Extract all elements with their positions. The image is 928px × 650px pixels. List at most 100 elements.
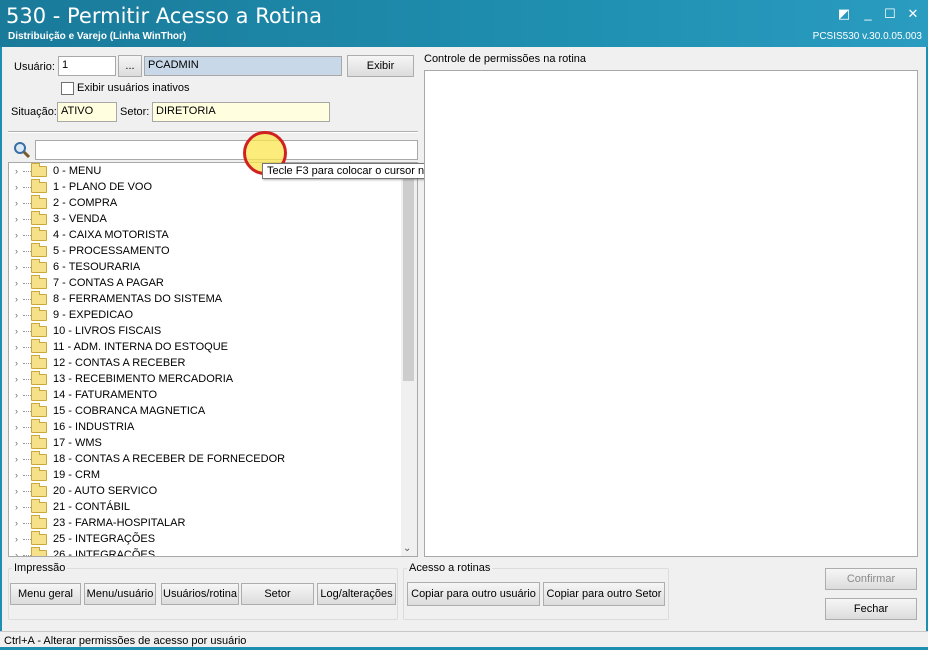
tree-item[interactable]: › 8 - FERRAMENTAS DO SISTEMA bbox=[9, 291, 417, 307]
tree-item[interactable]: › 12 - CONTAS A RECEBER bbox=[9, 355, 417, 371]
folder-icon bbox=[31, 179, 47, 193]
tree-item-label: 23 - FARMA-HOSPITALAR bbox=[53, 517, 186, 529]
tree-connector bbox=[23, 523, 31, 524]
tree-item[interactable]: › 14 - FATURAMENTO bbox=[9, 387, 417, 403]
tree-connector bbox=[23, 491, 31, 492]
tree-connector bbox=[23, 283, 31, 284]
fechar-button[interactable]: Fechar bbox=[825, 598, 917, 620]
tree-item[interactable]: › 10 - LIVROS FISCAIS bbox=[9, 323, 417, 339]
menu-geral-button[interactable]: Menu geral bbox=[10, 583, 81, 605]
folder-icon bbox=[31, 339, 47, 353]
folder-icon bbox=[31, 323, 47, 337]
tree-item-label: 17 - WMS bbox=[53, 437, 102, 449]
tree-item[interactable]: › 17 - WMS bbox=[9, 435, 417, 451]
setor-button[interactable]: Setor bbox=[241, 583, 314, 605]
tree-item-label: 6 - TESOURARIA bbox=[53, 261, 141, 273]
tree-item-label: 10 - LIVROS FISCAIS bbox=[53, 325, 162, 337]
folder-icon bbox=[31, 483, 47, 497]
usuario-label: Usuário: bbox=[14, 61, 55, 73]
menu-usuario-button[interactable]: Menu/usuário bbox=[84, 583, 156, 605]
tree-item[interactable]: › 5 - PROCESSAMENTO bbox=[9, 243, 417, 259]
log-alteracoes-button[interactable]: Log/alterações bbox=[317, 583, 396, 605]
permissions-panel[interactable] bbox=[424, 70, 918, 557]
acesso-group-label: Acesso a rotinas bbox=[407, 562, 493, 574]
tree-item-label: 2 - COMPRA bbox=[53, 197, 118, 209]
tree-item-label: 13 - RECEBIMENTO MERCADORIA bbox=[53, 373, 234, 385]
tree-item-label: 12 - CONTAS A RECEBER bbox=[53, 357, 186, 369]
tree-item[interactable]: › 3 - VENDA bbox=[9, 211, 417, 227]
tree-item[interactable]: › 16 - INDUSTRIA bbox=[9, 419, 417, 435]
tree-connector bbox=[23, 363, 31, 364]
tree-item[interactable]: › 18 - CONTAS A RECEBER DE FORNECEDOR bbox=[9, 451, 417, 467]
tree-connector bbox=[23, 203, 31, 204]
tree-connector bbox=[23, 427, 31, 428]
tree-item[interactable]: › 6 - TESOURARIA bbox=[9, 259, 417, 275]
separator bbox=[8, 131, 418, 133]
chevron-down-icon[interactable]: ⌄ bbox=[403, 543, 411, 554]
tree-items: › 0 - MENU › 1 - PLANO DE VOO › 2 - COMPRA › 3 … bbox=[9, 163, 417, 557]
situacao-label: Situação: bbox=[11, 106, 57, 118]
tree-item[interactable]: › 23 - FARMA-HOSPITALAR bbox=[9, 515, 417, 531]
folder-icon bbox=[31, 307, 47, 321]
folder-icon bbox=[31, 435, 47, 449]
tree-item[interactable]: › 2 - COMPRA bbox=[9, 195, 417, 211]
tree-item-label: 21 - CONTÁBIL bbox=[53, 501, 131, 513]
tree-item-label: 8 - FERRAMENTAS DO SISTEMA bbox=[53, 293, 223, 305]
usuario-lookup-button[interactable]: ... bbox=[118, 55, 142, 77]
title-bar: 530 - Permitir Acesso a Rotina Distribui… bbox=[0, 0, 928, 47]
tree-item-label: 14 - FATURAMENTO bbox=[53, 389, 158, 401]
tree-item[interactable]: › 11 - ADM. INTERNA DO ESTOQUE bbox=[9, 339, 417, 355]
usuarios-rotina-button[interactable]: Usuários/rotina bbox=[161, 583, 239, 605]
tree-connector bbox=[23, 507, 31, 508]
setor-label: Setor: bbox=[120, 106, 150, 118]
tree-item[interactable]: › 26 - INTEGRAÇÕES bbox=[9, 547, 417, 557]
window-border-left bbox=[0, 47, 2, 650]
tree-item-label: 7 - CONTAS A PAGAR bbox=[53, 277, 164, 289]
tree-item-label: 0 - MENU bbox=[53, 165, 102, 177]
exibir-button[interactable]: Exibir bbox=[347, 55, 414, 77]
permissions-panel-title: Controle de permissões na rotina bbox=[424, 53, 587, 65]
search-icon bbox=[13, 141, 31, 159]
copiar-setor-button[interactable]: Copiar para outro Setor bbox=[543, 582, 665, 606]
exibir-inativos-checkbox[interactable] bbox=[61, 82, 74, 95]
minimize-icon[interactable]: _ bbox=[860, 6, 876, 22]
tree-connector bbox=[23, 331, 31, 332]
tree-item[interactable]: › 25 - INTEGRAÇÕES bbox=[9, 531, 417, 547]
tree-item[interactable]: › 21 - CONTÁBIL bbox=[9, 499, 417, 515]
maximize-icon[interactable]: ☐ bbox=[882, 6, 898, 22]
tree-connector bbox=[23, 443, 31, 444]
tree-item[interactable]: › 7 - CONTAS A PAGAR bbox=[9, 275, 417, 291]
folder-icon bbox=[31, 515, 47, 529]
close-icon[interactable]: ✕ bbox=[905, 6, 921, 22]
tree-item-label: 26 - INTEGRAÇÕES bbox=[53, 549, 156, 557]
folder-icon bbox=[31, 227, 47, 241]
restore-icon[interactable]: ◩ bbox=[836, 6, 852, 22]
folder-icon bbox=[31, 371, 47, 385]
search-input[interactable] bbox=[35, 140, 418, 160]
folder-icon bbox=[31, 451, 47, 465]
tree-item-label: 3 - VENDA bbox=[53, 213, 107, 225]
tree-connector bbox=[23, 299, 31, 300]
tree-item[interactable]: › 19 - CRM bbox=[9, 467, 417, 483]
tree-item[interactable]: › 20 - AUTO SERVICO bbox=[9, 483, 417, 499]
tree-item[interactable]: › 9 - EXPEDICAO bbox=[9, 307, 417, 323]
routine-tree[interactable]: › 0 - MENU › 1 - PLANO DE VOO › 2 - COMPRA › 3 … bbox=[8, 162, 418, 557]
tree-item[interactable]: › 15 - COBRANCA MAGNETICA bbox=[9, 403, 417, 419]
tree-item[interactable]: › 13 - RECEBIMENTO MERCADORIA bbox=[9, 371, 417, 387]
tree-scrollbar[interactable]: ⌄ bbox=[401, 163, 417, 556]
tree-connector bbox=[23, 315, 31, 316]
tree-connector bbox=[23, 475, 31, 476]
impressao-group-label: Impressão bbox=[12, 562, 68, 574]
tree-item[interactable]: › 4 - CAIXA MOTORISTA bbox=[9, 227, 417, 243]
tree-item-label: 25 - INTEGRAÇÕES bbox=[53, 533, 156, 545]
tree-connector bbox=[23, 555, 31, 556]
setor-field: DIRETORIA bbox=[152, 102, 330, 122]
copiar-usuario-button[interactable]: Copiar para outro usuário bbox=[407, 582, 540, 606]
tree-scrollbar-thumb[interactable] bbox=[403, 165, 414, 381]
folder-icon bbox=[31, 403, 47, 417]
tree-item-label: 5 - PROCESSAMENTO bbox=[53, 245, 170, 257]
confirmar-button[interactable]: Confirmar bbox=[825, 568, 917, 590]
tree-item[interactable]: › 1 - PLANO DE VOO bbox=[9, 179, 417, 195]
usuario-code-input[interactable]: 1 bbox=[58, 56, 116, 76]
folder-icon bbox=[31, 355, 47, 369]
